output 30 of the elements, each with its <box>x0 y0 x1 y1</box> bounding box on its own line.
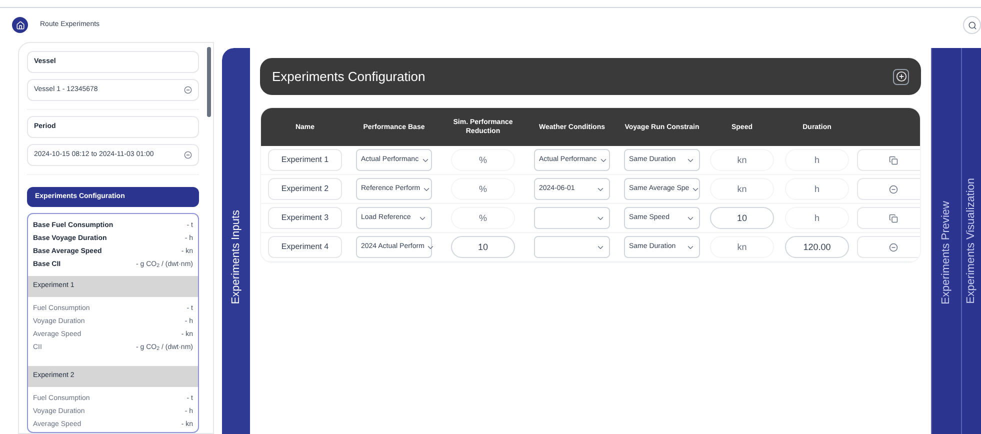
home-button[interactable] <box>12 17 28 33</box>
minus-circle-icon <box>888 242 898 252</box>
row-action-button[interactable] <box>857 236 920 258</box>
name-field[interactable]: Experiment 2 <box>268 178 342 200</box>
copy-icon <box>888 214 898 222</box>
clear-icon <box>184 86 192 94</box>
row-action-button[interactable] <box>857 178 920 200</box>
search-button[interactable] <box>963 16 981 34</box>
search-icon <box>968 20 976 30</box>
add-button[interactable] <box>893 68 909 84</box>
row-action-button[interactable] <box>857 207 920 229</box>
add-icon <box>896 71 906 82</box>
copy-icon <box>888 156 898 164</box>
minus-circle-icon <box>888 184 898 194</box>
side-tab[interactable]: Experiments Visualization <box>961 48 981 434</box>
dropdown[interactable] <box>534 236 610 258</box>
dropdown[interactable] <box>534 207 610 229</box>
side-tab[interactable]: Experiments Preview <box>931 48 961 434</box>
home-icon <box>16 20 24 30</box>
scrollbar[interactable] <box>207 47 211 117</box>
name-field[interactable]: Experiment 3 <box>268 207 342 229</box>
clear-icon <box>184 151 192 159</box>
row-action-button[interactable] <box>857 149 920 171</box>
section-title: Experiments Configuration <box>272 68 426 86</box>
name-field[interactable]: Experiment 1 <box>268 149 342 171</box>
number-field[interactable]: 10 <box>451 236 515 258</box>
side-tab[interactable]: Experiments Inputs <box>222 48 250 434</box>
number-field[interactable]: 10 <box>710 207 774 229</box>
number-field[interactable]: 120.00 <box>785 236 849 258</box>
name-field[interactable]: Experiment 4 <box>268 236 342 258</box>
